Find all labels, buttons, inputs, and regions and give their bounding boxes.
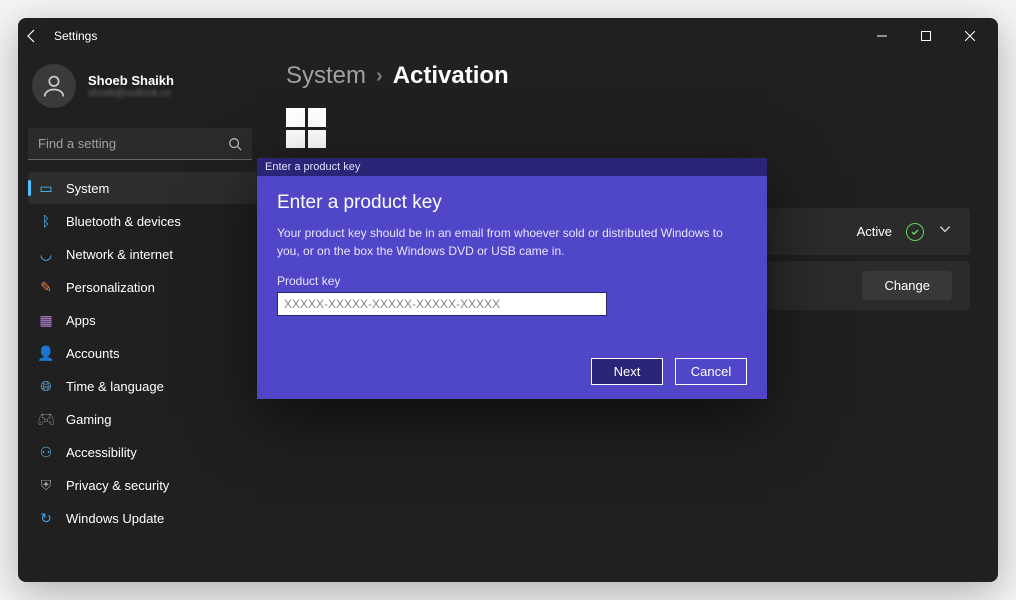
sidebar-item-personalization[interactable]: ✎ Personalization (28, 271, 258, 303)
sidebar-item-gaming[interactable]: 🎮︎ Gaming (28, 403, 258, 435)
sidebar-item-bluetooth[interactable]: ᛒ Bluetooth & devices (28, 205, 258, 237)
apps-icon: ▦ (38, 312, 54, 328)
cancel-button[interactable]: Cancel (675, 358, 747, 385)
close-button[interactable] (948, 20, 992, 52)
windows-logo-icon (286, 108, 326, 148)
sidebar-item-label: Gaming (66, 412, 112, 427)
sidebar-item-update[interactable]: ↻ Windows Update (28, 502, 258, 534)
sidebar-item-apps[interactable]: ▦ Apps (28, 304, 258, 336)
sidebar-item-label: Accounts (66, 346, 119, 361)
sidebar-item-system[interactable]: ▭ System (28, 172, 258, 204)
shield-icon: ⛨ (38, 477, 54, 493)
breadcrumb-parent[interactable]: System (286, 62, 366, 90)
sidebar-item-label: Apps (66, 313, 96, 328)
update-icon: ↻ (38, 510, 54, 526)
product-key-label: Product key (277, 274, 747, 288)
product-key-dialog: Enter a product key Enter a product key … (257, 158, 767, 399)
checkmark-icon (906, 223, 924, 241)
gamepad-icon: 🎮︎ (38, 411, 54, 427)
sidebar-item-label: Time & language (66, 379, 164, 394)
window-controls (860, 20, 992, 52)
sidebar-item-network[interactable]: ◡ Network & internet (28, 238, 258, 270)
sidebar-item-label: System (66, 181, 109, 196)
avatar (32, 64, 76, 108)
minimize-button[interactable] (860, 20, 904, 52)
sidebar-item-label: Windows Update (66, 511, 164, 526)
sidebar-item-label: Bluetooth & devices (66, 214, 181, 229)
brush-icon: ✎ (38, 279, 54, 295)
search-input[interactable] (28, 128, 252, 160)
nav-list: ▭ System ᛒ Bluetooth & devices ◡ Network & … (28, 172, 258, 534)
sidebar-item-label: Network & internet (66, 247, 173, 262)
bluetooth-icon: ᛒ (38, 213, 54, 229)
maximize-button[interactable] (904, 20, 948, 52)
sidebar-item-privacy[interactable]: ⛨ Privacy & security (28, 469, 258, 501)
sidebar-item-label: Privacy & security (66, 478, 169, 493)
chevron-right-icon: › (376, 65, 383, 88)
globe-icon: 🌐︎ (38, 378, 54, 394)
sidebar-item-label: Personalization (66, 280, 155, 295)
person-icon: 👤 (38, 345, 54, 361)
status-label: Active (857, 224, 892, 239)
profile-section[interactable]: Shoeb Shaikh shoeb@outlook.co (28, 54, 258, 122)
sidebar-item-accessibility[interactable]: ⚇ Accessibility (28, 436, 258, 468)
dialog-description: Your product key should be in an email f… (277, 224, 747, 260)
breadcrumb-current: Activation (393, 62, 509, 90)
titlebar: Settings (18, 18, 998, 54)
accessibility-icon: ⚇ (38, 444, 54, 460)
wifi-icon: ◡ (38, 246, 54, 262)
product-key-input[interactable] (277, 292, 607, 316)
chevron-down-icon (938, 222, 952, 241)
profile-name: Shoeb Shaikh (88, 73, 174, 88)
sidebar-item-time[interactable]: 🌐︎ Time & language (28, 370, 258, 402)
system-icon: ▭ (38, 180, 54, 196)
sidebar: Shoeb Shaikh shoeb@outlook.co ▭ System ᛒB… (18, 54, 258, 582)
back-button[interactable] (24, 28, 40, 44)
next-button[interactable]: Next (591, 358, 663, 385)
window-title: Settings (54, 29, 97, 43)
sidebar-item-label: Accessibility (66, 445, 137, 460)
dialog-titlebar: Enter a product key (257, 158, 767, 176)
breadcrumb: System › Activation (286, 62, 970, 90)
change-button[interactable]: Change (862, 271, 952, 300)
profile-email: shoeb@outlook.co (88, 88, 174, 99)
sidebar-item-accounts[interactable]: 👤 Accounts (28, 337, 258, 369)
dialog-title: Enter a product key (277, 192, 747, 214)
search-icon (228, 137, 242, 151)
